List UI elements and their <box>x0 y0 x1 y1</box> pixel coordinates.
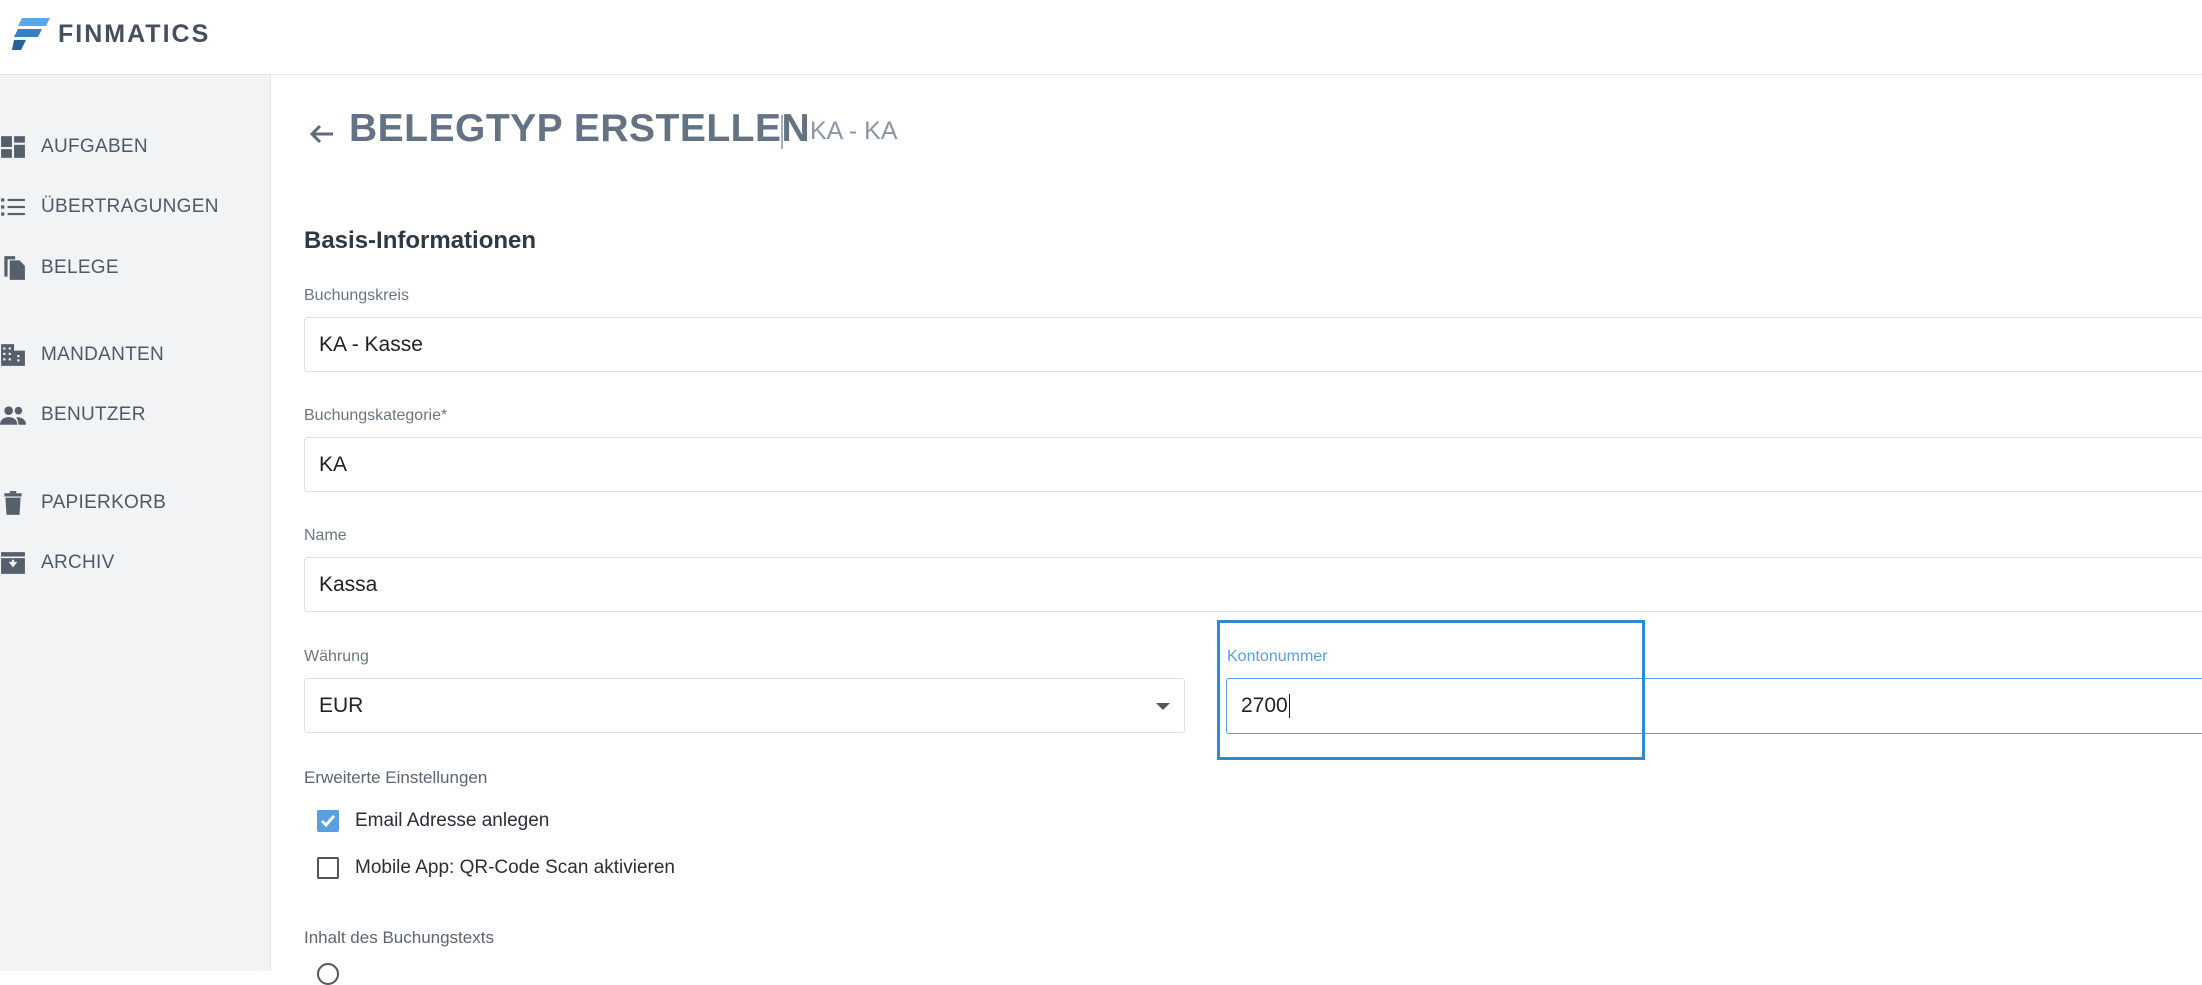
kontonummer-label: Kontonummer <box>1227 648 1328 665</box>
text-cursor <box>1288 694 1290 718</box>
buchungskategorie-field[interactable]: KA <box>304 437 2202 492</box>
brand-name: FINMATICS <box>58 19 211 48</box>
buchungskategorie-label: Buchungskategorie* <box>304 407 448 424</box>
email-adresse-checkbox-row[interactable]: Email Adresse anlegen <box>317 810 549 832</box>
sidebar-item-label: BELEGE <box>41 257 119 278</box>
archive-icon <box>0 550 26 576</box>
sidebar-item-aufgaben[interactable]: AUFGABEN <box>0 127 268 167</box>
erweiterte-einstellungen-label: Erweiterte Einstellungen <box>304 768 488 787</box>
top-bar: FINMATICS <box>0 0 2202 75</box>
sidebar-item-belege[interactable]: BELEGE <box>0 248 268 288</box>
trash-icon <box>0 490 26 516</box>
qr-code-checkbox-row[interactable]: Mobile App: QR-Code Scan aktivieren <box>317 857 675 879</box>
building-icon <box>0 342 26 368</box>
checkbox-label: Mobile App: QR-Code Scan aktivieren <box>355 857 675 878</box>
waehrung-label: Währung <box>304 648 369 665</box>
waehrung-select[interactable]: EUR <box>304 678 1185 733</box>
finmatics-logo-icon <box>12 18 50 50</box>
buchungskategorie-value: KA <box>319 452 348 476</box>
name-label: Name <box>304 527 347 544</box>
sidebar-item-label: ÜBERTRAGUNGEN <box>41 196 219 217</box>
sidebar-item-label: AUFGABEN <box>41 136 148 157</box>
radio-button[interactable] <box>317 963 339 985</box>
sidebar-item-label: MANDANTEN <box>41 344 165 365</box>
title-divider <box>781 115 783 149</box>
checkbox-label: Email Adresse anlegen <box>355 810 550 831</box>
documents-icon <box>0 255 26 281</box>
sidebar-item-archiv[interactable]: ARCHIV <box>0 543 268 583</box>
check-icon <box>320 815 336 828</box>
kontonummer-input[interactable]: 2700 <box>1226 678 2202 734</box>
waehrung-value: EUR <box>319 693 364 717</box>
sidebar-item-mandanten[interactable]: MANDANTEN <box>0 335 268 375</box>
sidebar-item-benutzer[interactable]: BENUTZER <box>0 395 268 435</box>
sidebar-item-papierkorb[interactable]: PAPIERKORB <box>0 483 268 523</box>
main-content: BELEGTYP ERSTELLEN KA - KA Basis-Informa… <box>271 75 2202 971</box>
dashboard-icon <box>0 134 26 160</box>
list-icon <box>0 194 26 220</box>
sidebar-item-label: BENUTZER <box>41 404 146 425</box>
buchungskreis-field[interactable]: KA - Kasse <box>304 317 2202 372</box>
logo[interactable]: FINMATICS <box>12 16 210 52</box>
page-title: BELEGTYP ERSTELLEN <box>349 107 811 150</box>
sidebar-item-uebertragungen[interactable]: ÜBERTRAGUNGEN <box>0 187 268 227</box>
page-subtitle: KA - KA <box>810 117 898 145</box>
checkbox-checked[interactable] <box>317 810 339 832</box>
checkbox-unchecked[interactable] <box>317 857 339 879</box>
kontonummer-value: 2700 <box>1241 694 1288 717</box>
buchungskreis-value: KA - Kasse <box>319 332 423 356</box>
people-icon <box>0 402 26 428</box>
sidebar-item-label: PAPIERKORB <box>41 492 167 513</box>
back-arrow-icon[interactable] <box>307 119 337 149</box>
section-title: Basis-Informationen <box>304 227 537 254</box>
inhalt-buchungstext-label: Inhalt des Buchungstexts <box>304 928 494 947</box>
sidebar: AUFGABEN ÜBERTRAGUNGEN BELEGE MANDANTEN … <box>0 75 271 971</box>
buchungskreis-label: Buchungskreis <box>304 287 409 304</box>
name-value: Kassa <box>319 572 378 596</box>
chevron-down-icon <box>1156 703 1170 710</box>
name-field[interactable]: Kassa <box>304 557 2202 612</box>
sidebar-item-label: ARCHIV <box>41 552 115 573</box>
